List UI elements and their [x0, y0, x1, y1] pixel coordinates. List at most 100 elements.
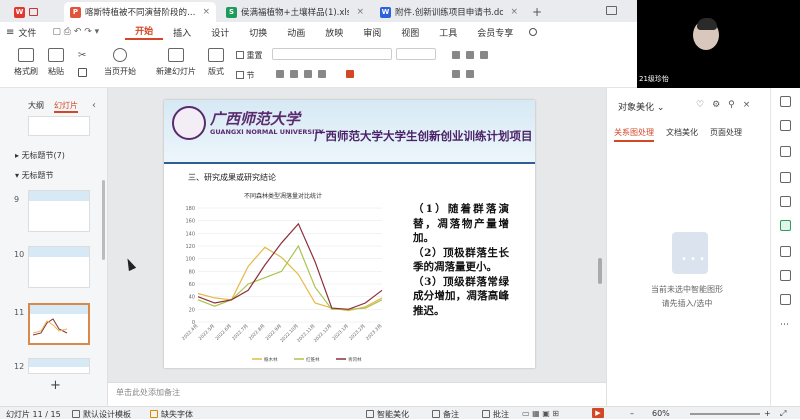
tab-doc-document[interactable]: W 附件.创新训练项目申请书.doc × [374, 2, 524, 22]
close-icon[interactable]: × [743, 100, 751, 110]
font-name-select[interactable] [272, 48, 392, 60]
tab-ppt-document[interactable]: P 喀斯特植被不同演替阶段的… × [64, 2, 216, 22]
menu-item-review[interactable]: 审阅 [353, 26, 391, 39]
shape-icon[interactable] [780, 146, 791, 157]
project-title: 广西师范大学大学生创新创业训练计划项目 [314, 129, 533, 143]
pointer-icon[interactable] [780, 120, 791, 131]
window-mode-icon[interactable] [606, 6, 617, 15]
format-painter-button[interactable]: 格式刷 [14, 48, 38, 77]
menu-item-tools[interactable]: 工具 [429, 26, 467, 39]
layers-icon[interactable] [780, 294, 791, 305]
font-size-select[interactable] [396, 48, 436, 60]
menu-item-view[interactable]: 视图 [391, 26, 429, 39]
paste-button[interactable]: 粘贴 [48, 48, 64, 77]
conclusion-1: （1）随着群落演替，凋落物产量增加。 [413, 203, 509, 244]
beautify-icon[interactable] [780, 96, 791, 107]
zoom-out-button[interactable]: – [630, 409, 634, 418]
align-left-icon[interactable] [452, 51, 460, 59]
empty-hint-primary: 当前未选中智能图形 [651, 285, 723, 294]
strikethrough-icon[interactable] [318, 70, 326, 78]
thumbnail-scrollbar[interactable] [102, 180, 105, 260]
menu-item-transition[interactable]: 切换 [239, 26, 277, 39]
slide-thumbnail-top[interactable] [28, 116, 90, 136]
hamburger-icon[interactable]: ≡ [6, 27, 14, 38]
slide-thumbnail-selected[interactable] [28, 303, 90, 345]
italic-icon[interactable] [290, 70, 298, 78]
zoom-slider[interactable] [690, 413, 760, 415]
bullet-list-icon[interactable] [452, 70, 460, 78]
align-right-icon[interactable] [480, 51, 488, 59]
comments-button[interactable]: 批注 [482, 409, 509, 420]
close-icon[interactable]: × [510, 7, 518, 17]
menu-item-insert[interactable]: 插入 [163, 26, 201, 39]
fit-window-icon[interactable]: ⤢ [780, 409, 786, 419]
menu-item-member[interactable]: 会员专享 [467, 26, 523, 39]
smart-beautify-button[interactable]: 智能美化 [366, 409, 409, 420]
slide-thumbnail[interactable] [28, 190, 90, 232]
slide-thumbnail[interactable] [28, 246, 90, 288]
format-painter-icon [18, 48, 34, 62]
smart-object-icon[interactable] [780, 220, 791, 231]
numbered-list-icon[interactable] [466, 70, 474, 78]
chevron-down-icon[interactable]: ⌄ [657, 103, 665, 113]
menu-file[interactable]: 文件 [14, 26, 46, 39]
gift-icon[interactable]: ♡ [696, 100, 704, 110]
section-button[interactable]: 节 [236, 70, 255, 81]
view-mode-icons[interactable]: ▭ ▦ ▣ ⊞ [522, 409, 559, 418]
copy-icon[interactable] [78, 68, 87, 77]
animation-icon[interactable] [780, 196, 791, 207]
menu-item-start[interactable]: 开始 [125, 24, 164, 40]
tab-wps-home[interactable]: W [8, 2, 60, 22]
menu-item-design[interactable]: 设计 [201, 26, 239, 39]
transition-icon[interactable] [780, 246, 791, 257]
template-icon [72, 410, 80, 418]
tab-slides[interactable]: 幻灯片 [54, 100, 78, 113]
search-icon[interactable] [529, 28, 538, 36]
missing-font-button[interactable]: 缺失字体 [150, 409, 193, 420]
video-call-overlay[interactable]: 21级珍怡 [637, 0, 800, 88]
canvas-scrollbar[interactable] [598, 258, 602, 284]
zoom-level[interactable]: 60% [652, 409, 670, 418]
reset-button[interactable]: 重置 [236, 50, 263, 61]
zoom-in-button[interactable]: + [764, 409, 771, 418]
menu-item-animation[interactable]: 动画 [277, 26, 315, 39]
tab-xlsx-document[interactable]: S 侯满福植物+土壤样品(1).xlsx × [220, 2, 370, 22]
design-template-button[interactable]: 默认设计模板 [72, 409, 131, 420]
close-icon[interactable]: × [202, 7, 210, 17]
tab-relation-chart[interactable]: 关系图处理 [614, 127, 654, 142]
tab-document-beautify[interactable]: 文档美化 [666, 127, 698, 142]
align-center-icon[interactable] [466, 51, 474, 59]
layout-button[interactable]: 版式 [208, 48, 224, 77]
legend-label: 檵木林 [264, 356, 278, 363]
section-header[interactable]: ▾ 无标题节 [15, 170, 54, 181]
collapse-panel-icon[interactable]: ‹ [92, 100, 96, 111]
new-tab-button[interactable]: + [532, 5, 542, 19]
gear-icon[interactable]: ⚙ [712, 100, 720, 110]
new-slide-button[interactable]: 新建幻灯片 [156, 48, 196, 77]
menu-item-slideshow[interactable]: 放映 [315, 26, 353, 39]
more-icon[interactable]: ⋯ [780, 320, 791, 331]
paste-label: 粘贴 [48, 67, 64, 76]
slide[interactable]: 广西师范大学 GUANGXI NORMAL UNIVERSITY 广西师范大学大… [164, 100, 535, 368]
slide-thumbnail[interactable] [28, 358, 90, 374]
cut-icon[interactable]: ✂ [78, 50, 86, 61]
conclusion-text: （1）随着群落演替，凋落物产量增加。 （2）顶极群落生长季的凋落量更小。 （3）… [413, 202, 509, 318]
notes-button[interactable]: 备注 [432, 409, 459, 420]
underline-icon[interactable] [304, 70, 312, 78]
new-slide-icon [168, 48, 184, 62]
style-icon[interactable] [780, 172, 791, 183]
add-slide-button[interactable]: + [50, 378, 61, 393]
pin-icon[interactable]: ⚲ [728, 100, 735, 110]
bold-icon[interactable] [276, 70, 284, 78]
close-icon[interactable]: × [356, 7, 364, 17]
section-header[interactable]: ▸ 无标题节(7) [15, 150, 65, 161]
font-color-icon[interactable] [346, 70, 354, 78]
tab-outline[interactable]: 大纲 [28, 100, 44, 113]
section-heading: 三、研究成果或研究结论 [188, 173, 276, 182]
play-slideshow-button[interactable]: ▶ [592, 408, 604, 418]
notes-pane[interactable]: 单击此处添加备注 [108, 382, 606, 406]
tab-page-processing[interactable]: 页面处理 [710, 127, 742, 142]
play-current-button[interactable]: 当页开始 [104, 48, 136, 77]
bulb-icon[interactable] [780, 270, 791, 281]
toolbar-quick-icons[interactable]: ▢ ⎙ ↶ ↷ ▾ [46, 27, 105, 37]
